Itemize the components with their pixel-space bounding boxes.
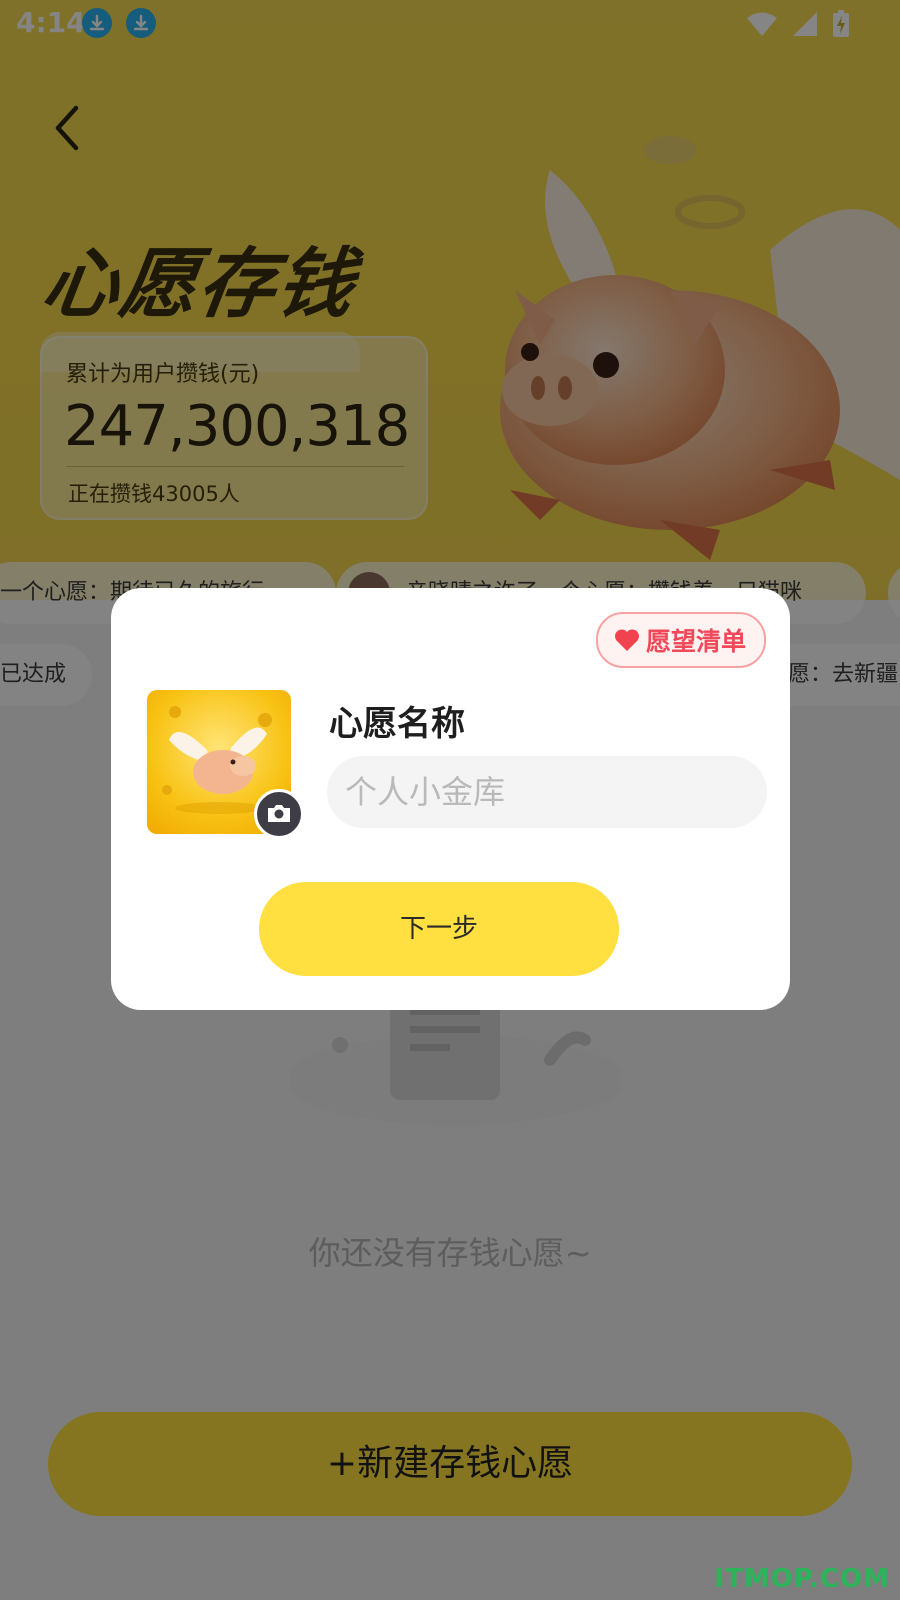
- camera-icon: [268, 805, 290, 822]
- create-wish-dialog: 愿望清单 心愿名称 下一步: [111, 588, 790, 1010]
- wish-list-label: 愿望清单: [645, 627, 746, 656]
- next-step-button[interactable]: 下一步: [259, 882, 619, 976]
- watermark: ITMOP.COM: [714, 1564, 890, 1594]
- change-image-button[interactable]: [254, 789, 304, 839]
- page: 4:14 心愿存钱 累计为用户攒钱(元) 247,300,318 正在攒钱430…: [0, 0, 900, 1600]
- wish-name-input[interactable]: [327, 756, 767, 828]
- heart-icon: [614, 629, 639, 651]
- wish-name-label: 心愿名称: [329, 704, 465, 744]
- wish-list-button[interactable]: 愿望清单: [595, 612, 766, 668]
